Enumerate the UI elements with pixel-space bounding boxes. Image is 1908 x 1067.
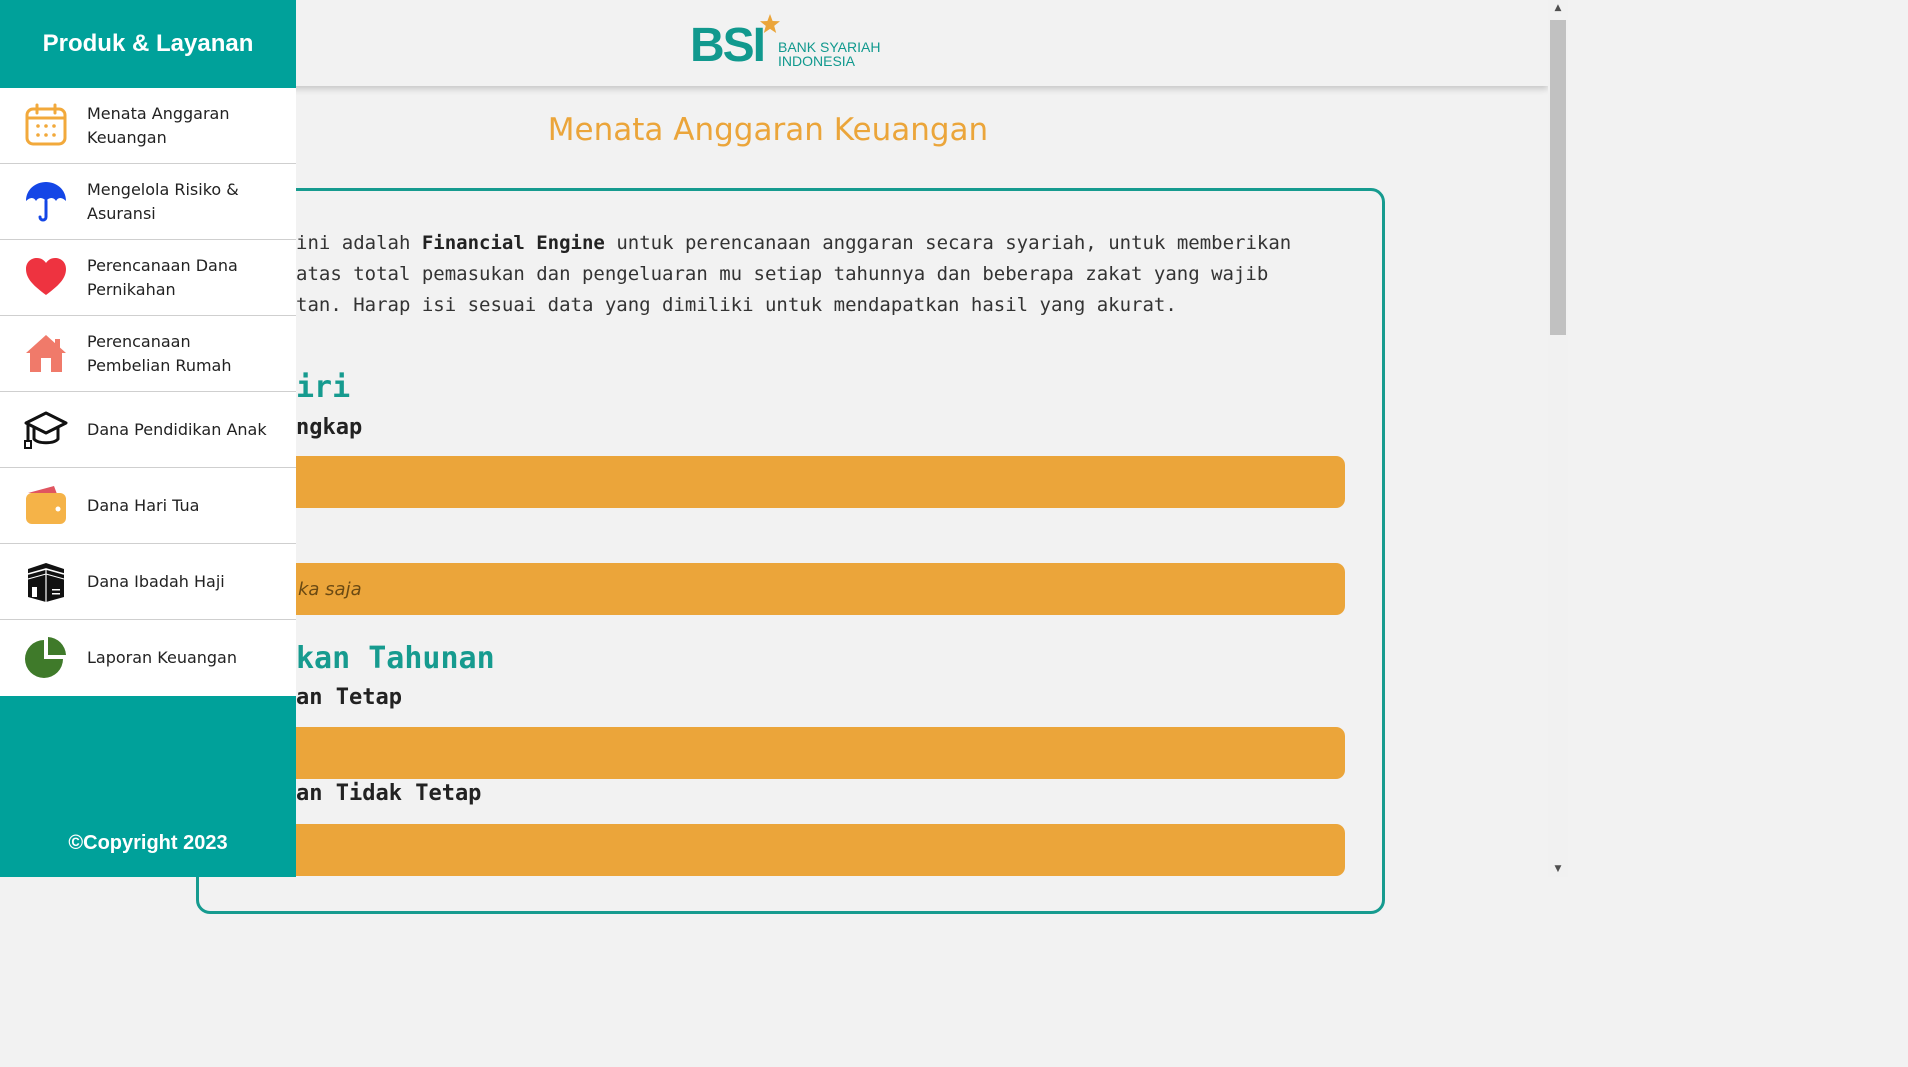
section-title-income: kan Tahunan xyxy=(296,641,495,676)
sidebar-item-label: Menata Anggaran Keuangan xyxy=(87,103,230,147)
sidebar-item-label: Laporan Keuangan xyxy=(87,648,237,667)
field-label-variable-income: an Tidak Tetap xyxy=(296,781,482,806)
logo-subtitle: BANK SYARIAH INDONESIA xyxy=(778,39,881,69)
house-icon xyxy=(24,331,68,375)
kaaba-icon xyxy=(24,559,68,603)
sidebar-item-label: Dana Pendidikan Anak xyxy=(87,419,267,439)
scroll-up-arrow-icon[interactable]: ▲ xyxy=(1548,0,1568,16)
sidebar-item-label: Perencanaan Dana Pernikahan xyxy=(87,255,238,299)
sidebar: Produk & Layanan Menata Anggaran Keuanga… xyxy=(0,0,296,877)
sidebar-menu: Menata Anggaran Keuangan Mengelola Risik… xyxy=(0,88,296,696)
sidebar-item-dana-pernikahan[interactable]: Perencanaan Dana Pernikahan xyxy=(0,240,296,316)
pie-chart-icon xyxy=(24,635,68,679)
logo-text: BSI xyxy=(690,19,766,72)
fixed-income-input[interactable] xyxy=(240,727,1345,779)
intro-text: ini adalah Financial Engine untuk perenc… xyxy=(296,232,1292,316)
calendar-icon xyxy=(24,103,68,147)
umbrella-icon xyxy=(24,179,68,223)
sidebar-item-label: Dana Ibadah Haji xyxy=(87,571,225,591)
scroll-down-arrow-icon[interactable]: ▼ xyxy=(1548,861,1568,877)
field-label-fixed-income: an Tetap xyxy=(296,685,402,710)
fullname-input[interactable] xyxy=(240,456,1345,508)
star-icon xyxy=(760,14,780,33)
scrollbar-thumb[interactable] xyxy=(1550,20,1566,335)
variable-income-input[interactable] xyxy=(240,824,1345,876)
copyright-text: ©Copyright 2023 xyxy=(68,832,228,854)
graduation-cap-icon xyxy=(24,407,68,451)
sidebar-item-pembelian-rumah[interactable]: Perencanaan Pembelian Rumah xyxy=(0,316,296,392)
heart-icon xyxy=(24,255,68,299)
sidebar-item-ibadah-haji[interactable]: Dana Ibadah Haji xyxy=(0,544,296,620)
field-label-fullname: ngkap xyxy=(296,415,363,440)
sidebar-item-label: Mengelola Risiko & Asuransi xyxy=(87,179,239,223)
sidebar-item-menata-anggaran[interactable]: Menata Anggaran Keuangan xyxy=(0,88,296,164)
wallet-icon xyxy=(24,483,68,527)
sidebar-item-label: Perencanaan Pembelian Rumah xyxy=(87,331,232,375)
section-title-personal: iri xyxy=(296,370,351,405)
page-scrollbar[interactable]: ▲ ▼ xyxy=(1548,0,1568,877)
sidebar-item-risiko-asuransi[interactable]: Mengelola Risiko & Asuransi xyxy=(0,164,296,240)
sidebar-item-pendidikan-anak[interactable]: Dana Pendidikan Anak xyxy=(0,392,296,468)
age-input[interactable] xyxy=(240,563,1345,615)
sidebar-item-laporan-keuangan[interactable]: Laporan Keuangan xyxy=(0,620,296,696)
sidebar-item-label: Dana Hari Tua xyxy=(87,495,200,515)
sidebar-title: Produk & Layanan xyxy=(42,30,254,57)
sidebar-item-hari-tua[interactable]: Dana Hari Tua xyxy=(0,468,296,544)
